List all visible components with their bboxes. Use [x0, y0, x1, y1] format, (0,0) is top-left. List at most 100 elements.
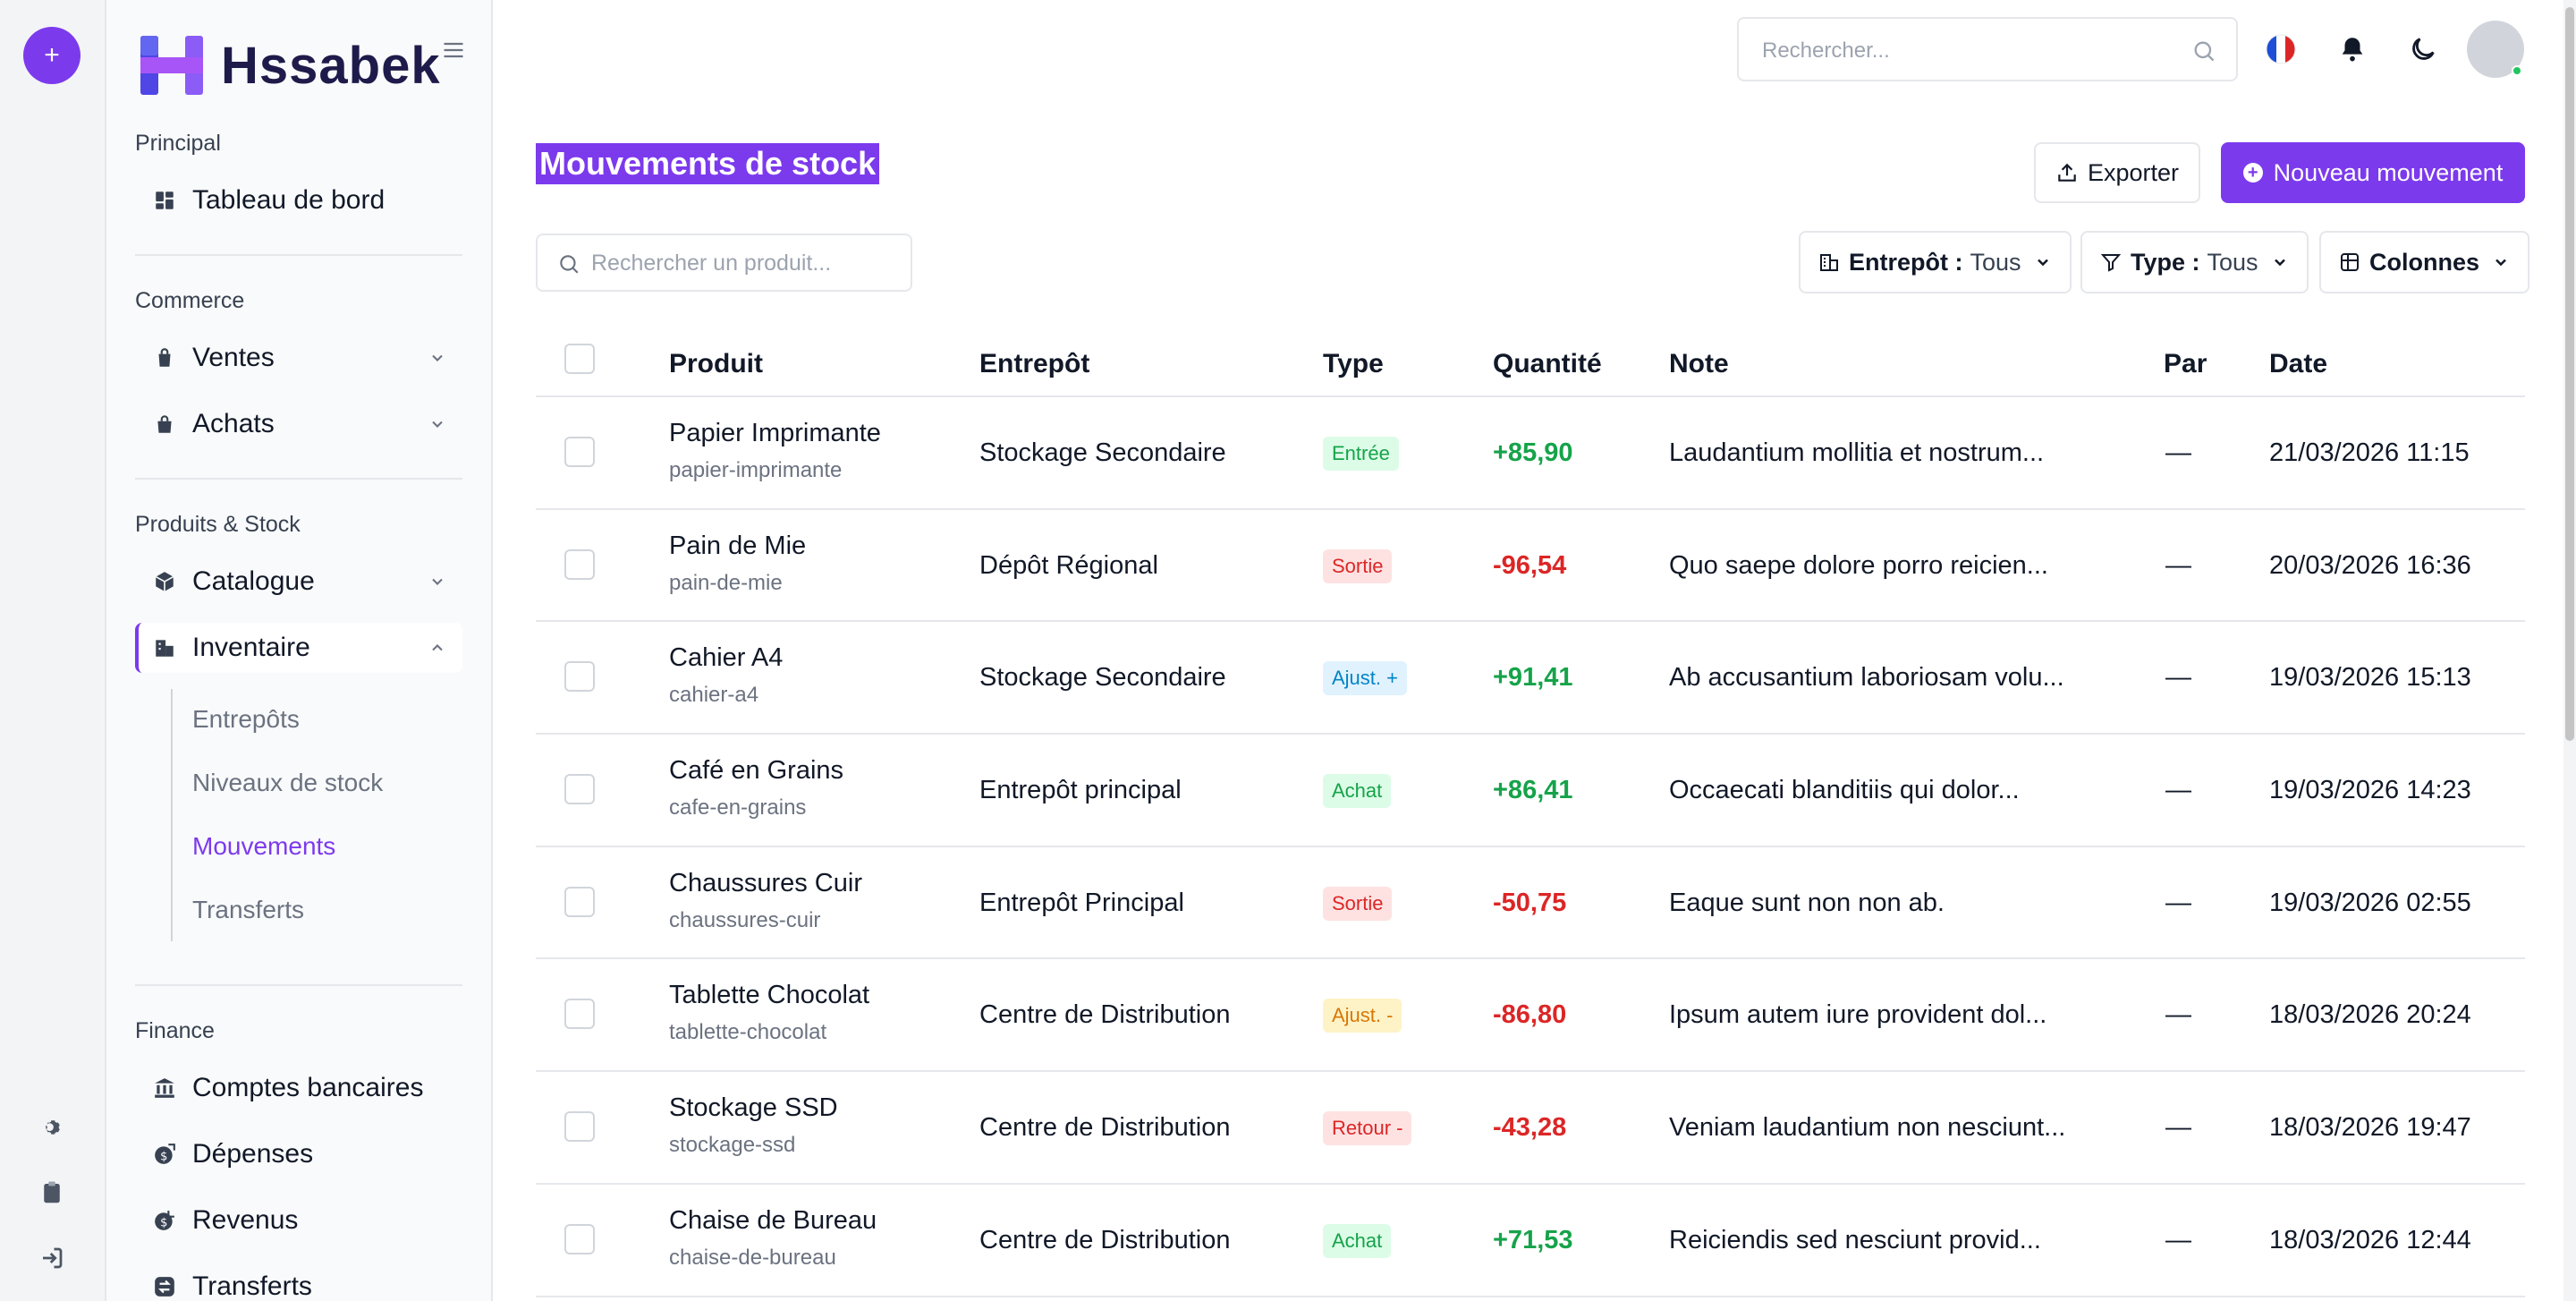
warehouse-cell: Stockage Secondaire: [979, 663, 1226, 693]
product-slug: tablette-chocolat: [669, 1020, 827, 1045]
search-icon: [2194, 41, 2215, 62]
sidebar-subitem-mouvements[interactable]: Mouvements: [192, 832, 335, 861]
section-commerce: Commerce: [135, 288, 245, 313]
author-cell: —: [2165, 1225, 2191, 1254]
sidebar-item-dashboard[interactable]: Tableau de bord: [135, 175, 462, 225]
table-row[interactable]: Café en Grains cafe-en-grains Entrepôt pri…: [536, 735, 2525, 847]
sidebar-item-catalogue[interactable]: Catalogue: [135, 557, 462, 607]
chevron-up-icon: [432, 644, 443, 651]
chevron-down-icon: [432, 354, 443, 361]
date-cell: 18/03/2026 19:47: [2269, 1113, 2471, 1143]
row-checkbox[interactable]: [564, 1111, 595, 1143]
quick-add-button[interactable]: +: [23, 27, 80, 84]
product-slug: papier-imprimante: [669, 458, 843, 482]
table-row[interactable]: Chaussures Cuir chaussures-cuir Entrepôt P…: [536, 847, 2525, 960]
note-cell: Ipsum autem iure provident dol...: [1669, 1000, 2047, 1030]
transfer-icon: [153, 1275, 176, 1298]
row-checkbox[interactable]: [564, 774, 595, 805]
brand-name: Hssabek: [221, 36, 441, 95]
quantity-cell: -43,28: [1493, 1113, 1567, 1143]
global-search-input[interactable]: Rechercher...: [1737, 17, 2238, 81]
sidebar-item-label: Tableau de bord: [192, 185, 386, 215]
row-checkbox[interactable]: [564, 437, 595, 467]
menu-collapse-icon[interactable]: [441, 38, 466, 63]
warehouse-icon: [153, 636, 176, 659]
table-row[interactable]: Papier Imprimante papier-imprimante Stocka…: [536, 397, 2525, 510]
product-search-input[interactable]: [591, 246, 895, 280]
sidebar-subitem-niveaux[interactable]: Niveaux de stock: [192, 769, 383, 797]
sidebar-item-transferts[interactable]: Transferts: [135, 1262, 462, 1301]
brand-logo[interactable]: Hssabek: [139, 32, 441, 98]
header-produit[interactable]: Produit: [669, 349, 763, 379]
note-cell: Reiciendis sed nesciunt provid...: [1669, 1225, 2041, 1254]
header-par[interactable]: Par: [2164, 349, 2207, 379]
header-entrepot[interactable]: Entrepôt: [979, 349, 1089, 379]
box-icon: [153, 570, 176, 593]
date-cell: 19/03/2026 15:13: [2269, 663, 2471, 693]
row-checkbox[interactable]: [564, 1223, 595, 1254]
row-checkbox[interactable]: [564, 548, 595, 580]
author-cell: —: [2165, 438, 2191, 467]
author-cell: —: [2165, 888, 2191, 917]
quantity-cell: +85,90: [1493, 438, 1573, 467]
bell-icon[interactable]: [2337, 34, 2368, 64]
scrollbar-thumb[interactable]: [2565, 7, 2574, 741]
header-type[interactable]: Type: [1323, 349, 1384, 379]
coin-in-icon: $: [153, 1209, 176, 1232]
table-row[interactable]: Cahier A4 cahier-a4 Stockage Secondaire Aju…: [536, 622, 2525, 736]
table-row[interactable]: Tablette Chocolat tablette-chocolat Centre…: [536, 959, 2525, 1073]
moon-icon[interactable]: [2408, 34, 2438, 64]
product-name[interactable]: Café en Grains: [669, 756, 843, 786]
select-all-checkbox[interactable]: [564, 344, 595, 374]
product-slug: pain-de-mie: [669, 570, 783, 595]
note-cell: Eaque sunt non non ab.: [1669, 888, 1945, 917]
settings-gear-icon[interactable]: [38, 1114, 65, 1141]
sidebar-subitem-entrepots[interactable]: Entrepôts: [192, 705, 300, 734]
product-name[interactable]: Cahier A4: [669, 643, 783, 673]
sidebar-item-achats[interactable]: Achats: [135, 399, 462, 449]
product-name[interactable]: Papier Imprimante: [669, 419, 881, 448]
chevron-down-icon: [2496, 259, 2506, 267]
table-header: Produit Entrepôt Type Quantité Note Par …: [536, 335, 2525, 397]
sidebar-item-inventaire[interactable]: Inventaire: [135, 623, 462, 673]
table-row[interactable]: Pain de Mie pain-de-mie Dépôt Régional Sort…: [536, 510, 2525, 623]
clipboard-icon[interactable]: [38, 1179, 65, 1206]
type-filter-dropdown[interactable]: Type : Tous: [2080, 231, 2309, 293]
warehouse-filter-label: Entrepôt :: [1849, 248, 1963, 276]
logout-icon[interactable]: [38, 1245, 65, 1271]
columns-dropdown[interactable]: Colonnes: [2319, 231, 2530, 293]
note-cell: Occaecati blanditiis qui dolor...: [1669, 776, 2020, 805]
row-checkbox[interactable]: [564, 886, 595, 917]
product-name[interactable]: Stockage SSD: [669, 1093, 838, 1123]
product-search-field[interactable]: [536, 234, 912, 292]
export-button[interactable]: Exporter: [2034, 142, 2200, 203]
row-checkbox[interactable]: [564, 999, 595, 1030]
user-avatar[interactable]: [2467, 21, 2524, 78]
sidebar-item-depenses[interactable]: $ Dépenses: [135, 1129, 462, 1179]
header-note[interactable]: Note: [1669, 349, 1729, 379]
divider: [135, 984, 462, 986]
sidebar-item-ventes[interactable]: Ventes: [135, 333, 462, 383]
new-movement-button[interactable]: + Nouveau mouvement: [2221, 142, 2525, 203]
sidebar-item-label: Inventaire: [192, 633, 310, 662]
logo-mark-icon: [140, 36, 203, 95]
type-badge: Sortie: [1323, 886, 1393, 921]
sidebar-item-comptes[interactable]: Comptes bancaires: [135, 1063, 462, 1113]
warehouse-filter-dropdown[interactable]: Entrepôt : Tous: [1799, 231, 2072, 293]
header-quantite[interactable]: Quantité: [1493, 349, 1602, 379]
product-name[interactable]: Chaussures Cuir: [669, 869, 862, 898]
date-cell: 19/03/2026 02:55: [2269, 888, 2471, 917]
author-cell: —: [2165, 550, 2191, 580]
dashboard-grid-icon: [153, 189, 176, 212]
flag-fr-icon[interactable]: [2266, 34, 2296, 64]
sidebar-subitem-transferts[interactable]: Transferts: [192, 896, 304, 924]
row-checkbox[interactable]: [564, 661, 595, 693]
product-name[interactable]: Tablette Chocolat: [669, 981, 869, 1010]
type-filter-label: Type :: [2131, 248, 2200, 276]
header-date[interactable]: Date: [2269, 349, 2327, 379]
table-row[interactable]: Chaise de Bureau chaise-de-bureau Centre d…: [536, 1185, 2525, 1297]
table-row[interactable]: Stockage SSD stockage-ssd Centre de Distri…: [536, 1072, 2525, 1185]
product-name[interactable]: Chaise de Bureau: [669, 1206, 877, 1236]
sidebar-item-revenus[interactable]: $ Revenus: [135, 1195, 462, 1246]
product-name[interactable]: Pain de Mie: [669, 531, 806, 561]
